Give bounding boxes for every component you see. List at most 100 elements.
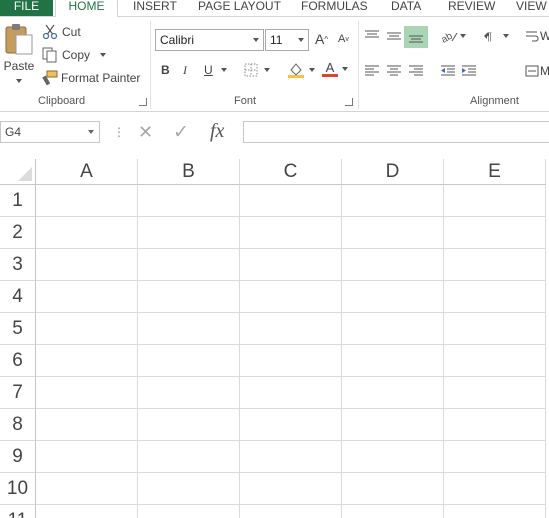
row-header-5[interactable]: 5 <box>0 313 36 345</box>
cell-b7[interactable] <box>138 377 240 409</box>
font-dialog-launcher-icon[interactable] <box>345 98 353 106</box>
cell-b9[interactable] <box>138 441 240 473</box>
tab-page-layout[interactable]: PAGE LAYOUT <box>198 0 281 16</box>
cell-e5[interactable] <box>444 313 546 345</box>
row-header-11[interactable]: 11 <box>0 505 36 518</box>
cell-a1[interactable] <box>36 185 138 217</box>
column-header-a[interactable]: A <box>36 159 138 185</box>
cell-c3[interactable] <box>240 249 342 281</box>
cell-d5[interactable] <box>342 313 444 345</box>
cell-b2[interactable] <box>138 217 240 249</box>
row-header-6[interactable]: 6 <box>0 345 36 377</box>
tab-formulas[interactable]: FORMULAS <box>301 0 368 16</box>
merge-center-button[interactable]: M <box>525 64 549 78</box>
borders-button[interactable] <box>244 63 270 77</box>
shrink-font-button[interactable]: Av <box>338 33 349 45</box>
tab-file[interactable]: FILE <box>0 0 53 16</box>
cell-a2[interactable] <box>36 217 138 249</box>
row-header-10[interactable]: 10 <box>0 473 36 505</box>
cell-e4[interactable] <box>444 281 546 313</box>
italic-button[interactable]: I <box>183 63 187 78</box>
cell-e11[interactable] <box>444 505 546 518</box>
cell-a11[interactable] <box>36 505 138 518</box>
cell-e3[interactable] <box>444 249 546 281</box>
cell-b1[interactable] <box>138 185 240 217</box>
cell-b5[interactable] <box>138 313 240 345</box>
align-center-button[interactable] <box>386 64 402 78</box>
cut-button[interactable]: Cut <box>42 24 81 40</box>
formula-bar-grip-icon[interactable]: ⋮ <box>113 125 125 139</box>
select-all-corner[interactable] <box>0 159 36 185</box>
tab-data[interactable]: DATA <box>391 0 421 16</box>
cell-d11[interactable] <box>342 505 444 518</box>
grow-font-button[interactable]: A ^ <box>315 31 328 47</box>
cell-a7[interactable] <box>36 377 138 409</box>
row-header-8[interactable]: 8 <box>0 409 36 441</box>
cell-d1[interactable] <box>342 185 444 217</box>
cell-e10[interactable] <box>444 473 546 505</box>
cell-e7[interactable] <box>444 377 546 409</box>
copy-button[interactable]: Copy <box>42 47 107 63</box>
cell-c1[interactable] <box>240 185 342 217</box>
increase-indent-button[interactable] <box>461 64 477 78</box>
column-header-c[interactable]: C <box>240 159 342 185</box>
column-header-b[interactable]: B <box>138 159 240 185</box>
cell-c5[interactable] <box>240 313 342 345</box>
cell-b4[interactable] <box>138 281 240 313</box>
align-left-button[interactable] <box>364 64 380 78</box>
wrap-text-button[interactable]: W <box>525 29 549 43</box>
tab-view[interactable]: VIEW <box>516 0 547 16</box>
clipboard-dialog-launcher-icon[interactable] <box>139 98 147 106</box>
cell-e9[interactable] <box>444 441 546 473</box>
align-right-button[interactable] <box>408 64 424 78</box>
cell-e2[interactable] <box>444 217 546 249</box>
cell-d3[interactable] <box>342 249 444 281</box>
row-header-3[interactable]: 3 <box>0 249 36 281</box>
row-header-7[interactable]: 7 <box>0 377 36 409</box>
column-header-d[interactable]: D <box>342 159 444 185</box>
cell-c7[interactable] <box>240 377 342 409</box>
cell-c4[interactable] <box>240 281 342 313</box>
tab-insert[interactable]: INSERT <box>133 0 177 16</box>
cell-d8[interactable] <box>342 409 444 441</box>
font-color-button[interactable]: A <box>322 61 348 77</box>
fill-color-button[interactable] <box>287 61 315 79</box>
align-top-button[interactable] <box>364 29 380 43</box>
cell-c9[interactable] <box>240 441 342 473</box>
cell-c11[interactable] <box>240 505 342 518</box>
enter-entry-icon[interactable]: ✓ <box>173 121 189 144</box>
cell-b3[interactable] <box>138 249 240 281</box>
cancel-entry-icon[interactable]: ✕ <box>138 122 153 143</box>
cell-d6[interactable] <box>342 345 444 377</box>
cell-a5[interactable] <box>36 313 138 345</box>
align-middle-button[interactable] <box>386 29 402 43</box>
cell-d7[interactable] <box>342 377 444 409</box>
tab-home[interactable]: HOME <box>55 0 118 17</box>
decrease-indent-button[interactable] <box>440 64 456 78</box>
cell-d9[interactable] <box>342 441 444 473</box>
cell-e8[interactable] <box>444 409 546 441</box>
paste-button[interactable]: Paste <box>3 23 35 93</box>
cell-d2[interactable] <box>342 217 444 249</box>
row-header-1[interactable]: 1 <box>0 185 36 217</box>
align-bottom-button[interactable] <box>404 26 428 48</box>
row-header-2[interactable]: 2 <box>0 217 36 249</box>
row-header-4[interactable]: 4 <box>0 281 36 313</box>
cell-e1[interactable] <box>444 185 546 217</box>
bold-button[interactable]: B <box>161 63 170 77</box>
cell-a9[interactable] <box>36 441 138 473</box>
cell-a10[interactable] <box>36 473 138 505</box>
row-header-9[interactable]: 9 <box>0 441 36 473</box>
font-name-combo[interactable]: Calibri <box>155 29 264 51</box>
orientation-button[interactable]: ab <box>440 29 466 43</box>
font-size-combo[interactable]: 11 <box>265 29 309 51</box>
tab-review[interactable]: REVIEW <box>448 0 495 16</box>
cell-a8[interactable] <box>36 409 138 441</box>
cell-b11[interactable] <box>138 505 240 518</box>
text-direction-button[interactable]: ¶ <box>483 29 509 43</box>
insert-function-icon[interactable]: fx <box>210 120 224 143</box>
cell-c10[interactable] <box>240 473 342 505</box>
cell-c6[interactable] <box>240 345 342 377</box>
cell-c8[interactable] <box>240 409 342 441</box>
column-header-e[interactable]: E <box>444 159 546 185</box>
